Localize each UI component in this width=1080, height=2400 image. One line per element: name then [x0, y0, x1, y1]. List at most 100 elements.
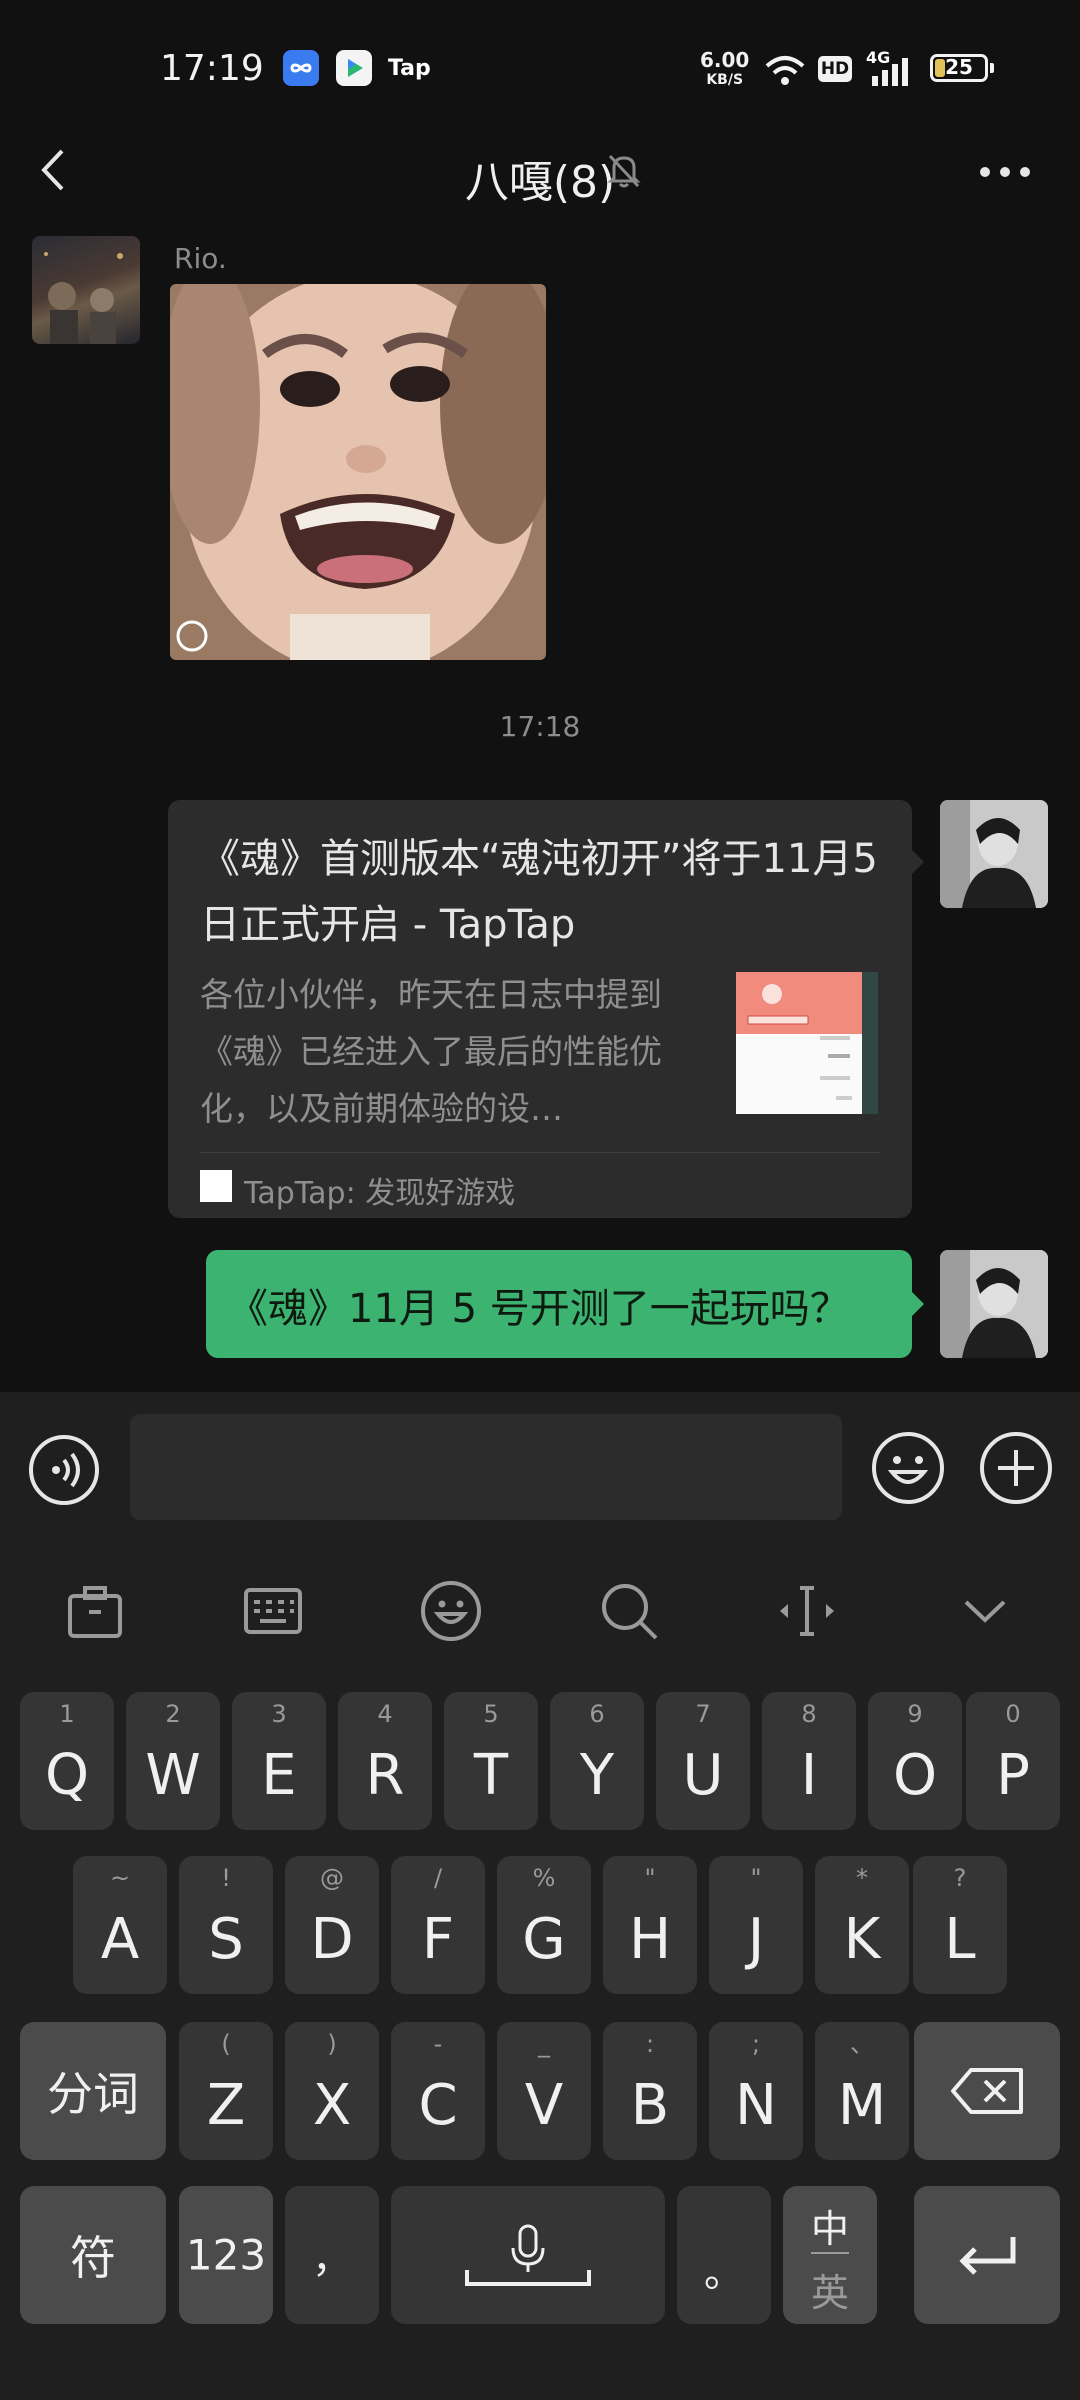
key-u[interactable]: 7U [656, 1692, 750, 1830]
key-l[interactable]: ? L [913, 1856, 1007, 1994]
key-hint: ) [327, 2030, 337, 2058]
language-switch-key[interactable]: 中 英 [783, 2186, 877, 2324]
symbol-key[interactable]: 符 [20, 2186, 166, 2324]
sticker-button[interactable] [418, 1578, 484, 1644]
network-speed: 6.00 KB/S [700, 50, 749, 90]
key-o[interactable]: 9O [868, 1692, 962, 1830]
my-avatar[interactable] [940, 800, 1048, 908]
key-d[interactable]: @ D [285, 1856, 379, 1994]
key-h[interactable]: " H [603, 1856, 697, 1994]
keyboard-switch-button[interactable] [240, 1578, 306, 1644]
key-label: A [100, 1907, 140, 1972]
more-icon [980, 167, 1030, 177]
key-hint: ? [953, 1864, 967, 1892]
comma-key[interactable]: ， [285, 2186, 379, 2324]
key-hint: * [856, 1864, 868, 1892]
space-key[interactable] [391, 2186, 665, 2324]
key-label: S [208, 1907, 244, 1972]
key-v[interactable]: _ V [497, 2022, 591, 2160]
more-button[interactable] [975, 160, 1035, 184]
hd-badge: HD [818, 56, 852, 82]
key-j[interactable]: " J [709, 1856, 803, 1994]
keyboard-icon [244, 1588, 302, 1634]
key-i[interactable]: 8I [762, 1692, 856, 1830]
key-r[interactable]: 4R [338, 1692, 432, 1830]
key-p[interactable]: 0P [966, 1692, 1060, 1830]
battery-icon: 25 [930, 54, 988, 82]
key-t[interactable]: 5T [444, 1692, 538, 1830]
collapse-icon [964, 1600, 1006, 1623]
sticker-image[interactable] [170, 284, 546, 660]
signal-icon [870, 56, 918, 90]
message-timestamp: 17:18 [499, 710, 581, 743]
search-button[interactable] [596, 1578, 662, 1644]
key-label: G [522, 1907, 566, 1972]
toolbox-icon [68, 1586, 122, 1638]
collapse-keyboard-button[interactable] [952, 1578, 1018, 1644]
sender-name: Rio. [174, 242, 227, 275]
toolbox-button[interactable] [62, 1578, 128, 1644]
battery-nub [990, 63, 994, 73]
emoji-button[interactable] [870, 1430, 946, 1506]
segment-key[interactable]: 分词 [20, 2022, 166, 2160]
mic-icon [465, 2224, 591, 2286]
link-divider [200, 1152, 880, 1153]
sender-avatar[interactable] [32, 236, 140, 344]
key-g[interactable]: % G [497, 1856, 591, 1994]
key-k[interactable]: * K [815, 1856, 909, 1994]
tap-app-label: Tap [388, 56, 431, 81]
cursor-button[interactable] [774, 1578, 840, 1644]
key-label: D [310, 1907, 354, 1972]
plus-button[interactable] [978, 1430, 1054, 1506]
key-label: P [996, 1743, 1030, 1808]
key-x[interactable]: ) X [285, 2022, 379, 2160]
key-hint: : [645, 2030, 655, 2058]
link-thumbnail [736, 972, 878, 1114]
voice-button[interactable] [28, 1434, 100, 1506]
key-hint: 4 [377, 1700, 393, 1728]
video-app-icon [336, 50, 372, 86]
link-card[interactable]: 《魂》首测版本“魂沌初开”将于11月5日正式开启 - TapTap 各位小伙伴，… [168, 800, 912, 1218]
key-y[interactable]: 6Y [550, 1692, 644, 1830]
key-b[interactable]: :B [603, 2022, 697, 2160]
speed-unit: KB/S [706, 72, 744, 88]
key-label: 。 [704, 2249, 744, 2296]
key-n[interactable]: ; N [709, 2022, 803, 2160]
text-bubble[interactable]: 《魂》11月 5 号开测了一起玩吗？ [206, 1250, 912, 1358]
smiley-icon [421, 1581, 481, 1641]
backspace-key[interactable] [914, 2022, 1060, 2160]
key-hint: - [433, 2030, 443, 2058]
key-hint: 9 [907, 1700, 923, 1728]
key-hint: @ [320, 1864, 344, 1892]
link-title: 《魂》首测版本“魂沌初开”将于11月5日正式开启 - TapTap [200, 836, 878, 948]
key-q[interactable]: 1Q [20, 1692, 114, 1830]
key-label: W [145, 1743, 201, 1808]
key-a[interactable]: ~ A [73, 1856, 167, 1994]
key-hint: " [750, 1864, 762, 1892]
key-hint: 0 [1005, 1700, 1021, 1728]
key-hint: ( [221, 2030, 231, 2058]
key-c[interactable]: -C [391, 2022, 485, 2160]
message-input[interactable] [130, 1414, 842, 1520]
key-label: K [843, 1907, 881, 1972]
infinity-app-icon [283, 50, 319, 86]
key-z[interactable]: (Z [179, 2022, 273, 2160]
key-label: 分词 [47, 2067, 139, 2121]
battery-level: 25 [945, 55, 973, 79]
key-m[interactable]: 、 M [815, 2022, 909, 2160]
number-key[interactable]: 123 [179, 2186, 273, 2324]
key-hint: 7 [695, 1700, 711, 1728]
lang-divider [811, 2252, 849, 2254]
key-s[interactable]: ! S [179, 1856, 273, 1994]
key-w[interactable]: 2W [126, 1692, 220, 1830]
key-label: E [261, 1743, 297, 1808]
period-key[interactable]: 。 [677, 2186, 771, 2324]
key-hint: " [644, 1864, 656, 1892]
key-f[interactable]: / F [391, 1856, 485, 1994]
key-e[interactable]: 3E [232, 1692, 326, 1830]
my-avatar[interactable] [940, 1250, 1048, 1358]
enter-key[interactable] [914, 2186, 1060, 2324]
key-label: V [524, 2073, 564, 2138]
key-label: U [682, 1743, 724, 1808]
key-label: H [628, 1907, 672, 1972]
